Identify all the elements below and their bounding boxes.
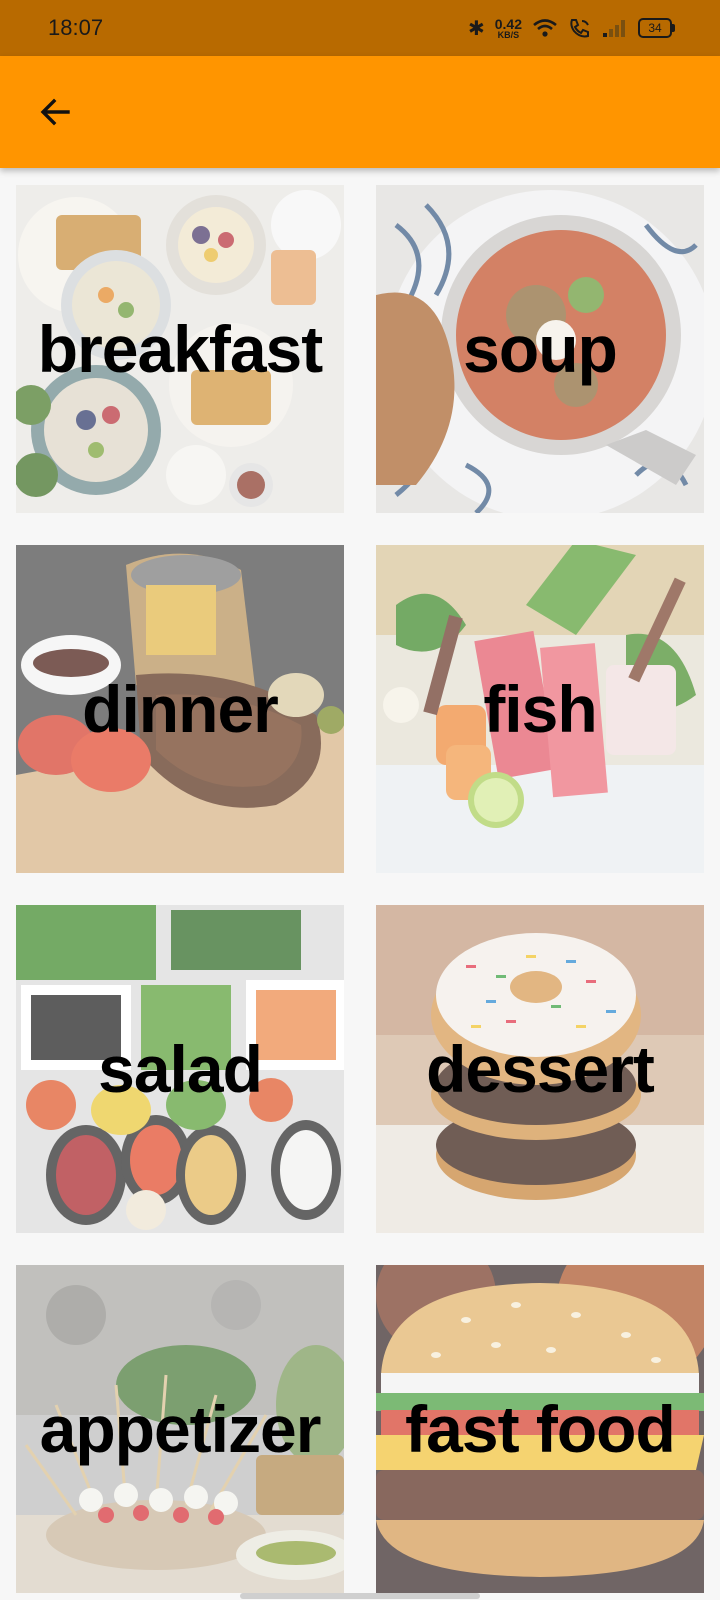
- back-button[interactable]: [30, 86, 82, 138]
- category-tile-appetizer[interactable]: appetizer: [16, 1265, 344, 1593]
- category-label: dessert: [426, 1032, 655, 1106]
- category-label: breakfast: [37, 312, 324, 386]
- network-speed: 0.42 KB/S: [495, 17, 522, 40]
- battery-level: 34: [648, 21, 662, 35]
- category-tile-fish[interactable]: fish: [376, 545, 704, 873]
- category-tile-soup[interactable]: soup: [376, 185, 704, 513]
- network-speed-unit: KB/S: [497, 29, 520, 40]
- category-label: dinner: [82, 672, 279, 746]
- signal-icon: [603, 20, 625, 37]
- status-time: 18:07: [48, 15, 104, 40]
- category-tile-salad[interactable]: salad: [16, 905, 344, 1233]
- network-speed-value: 0.42: [494, 15, 522, 32]
- home-indicator[interactable]: [240, 1593, 480, 1599]
- category-label: appetizer: [39, 1392, 322, 1466]
- app-bar: [0, 56, 720, 168]
- category-tile-breakfast[interactable]: breakfast: [16, 185, 344, 513]
- bluetooth-icon: ✱: [467, 16, 485, 40]
- category-label: fast food: [405, 1392, 676, 1466]
- category-tile-dessert[interactable]: dessert: [376, 905, 704, 1233]
- wifi-icon: [533, 19, 557, 37]
- category-label: salad: [98, 1032, 263, 1106]
- battery-icon: 34: [638, 18, 675, 38]
- status-icons: ✱ 0.42 KB/S 34: [467, 16, 675, 40]
- category-tile-dinner[interactable]: dinner: [16, 545, 344, 873]
- category-label: fish: [483, 672, 597, 746]
- arrow-left-icon: [40, 98, 70, 126]
- category-label: soup: [463, 312, 618, 386]
- category-tile-fast-food[interactable]: fast food: [376, 1265, 704, 1593]
- status-bar: 18:07 ✱ 0.42 KB/S 34: [0, 0, 720, 56]
- wifi-calling-icon: [570, 19, 589, 38]
